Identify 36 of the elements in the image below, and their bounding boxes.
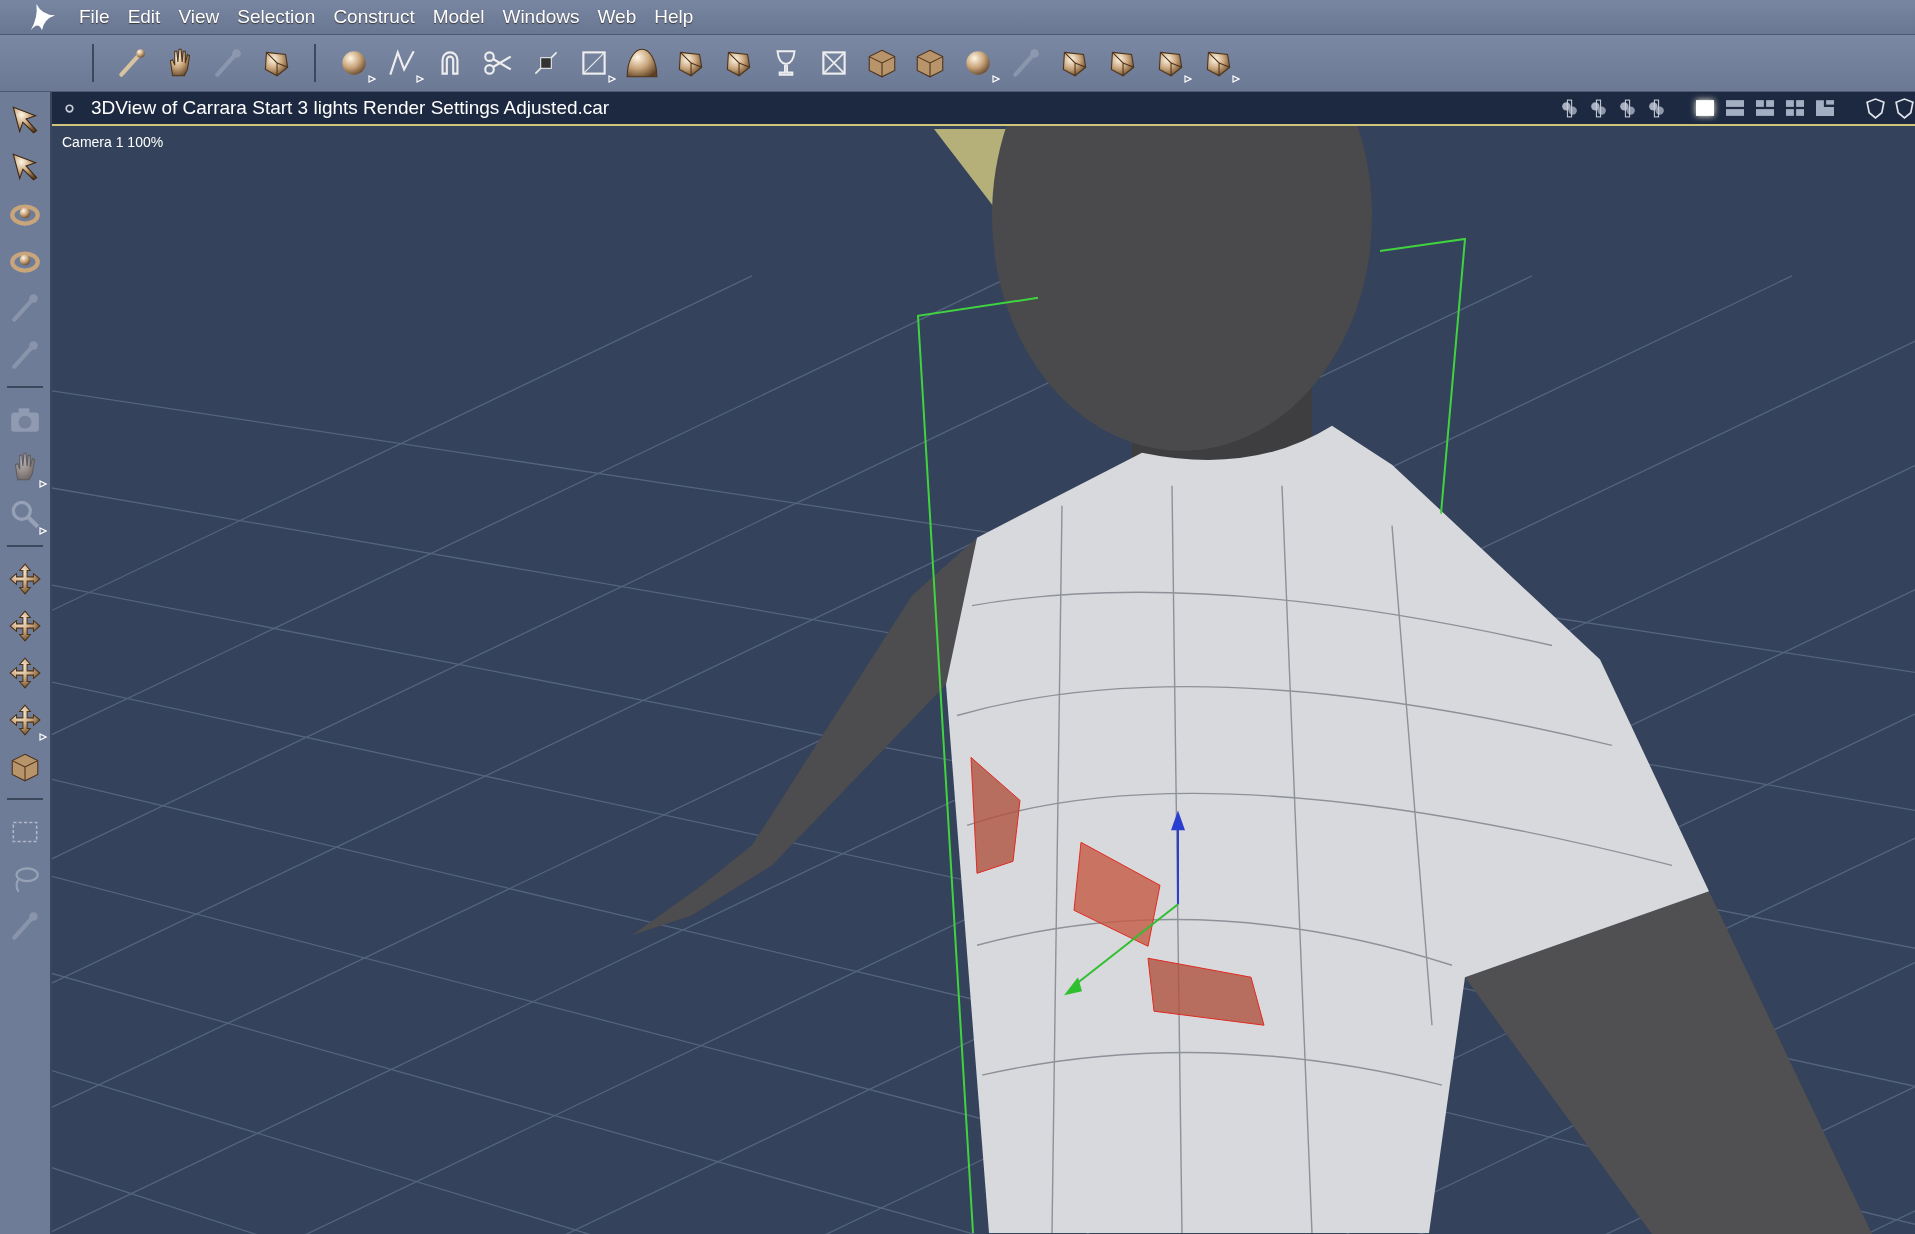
submenu-arrow-icon [39, 527, 47, 535]
submenu-arrow-icon [1232, 75, 1240, 83]
submenu-arrow-icon [1184, 75, 1192, 83]
menu-item[interactable]: File [72, 6, 117, 28]
manipulator-gizmo-drawing[interactable] [1064, 810, 1185, 996]
menu-item[interactable]: View [171, 6, 227, 28]
shield-icon[interactable] [1865, 97, 1886, 119]
menu-item[interactable]: Windows [495, 6, 587, 28]
menu-item[interactable]: Help [647, 6, 701, 28]
submenu-arrow-icon [416, 75, 424, 83]
shield-icon[interactable] [1894, 97, 1915, 119]
submenu-arrow-icon [368, 75, 376, 83]
submenu-arrow-icon [39, 480, 47, 488]
menu-item[interactable]: Construct [326, 6, 422, 28]
menu-item[interactable]: Edit [120, 6, 168, 28]
move-icon [8, 702, 42, 737]
submenu-arrow-icon [608, 75, 616, 83]
layout-button[interactable] [1785, 98, 1807, 118]
dome-icon [625, 46, 659, 80]
move-icon [8, 561, 42, 596]
camera-label: Camera 1 100% [62, 134, 164, 150]
layout-button[interactable] [1815, 98, 1837, 118]
move-icon [8, 655, 42, 690]
layout-button[interactable] [1695, 98, 1717, 118]
viewport-title: 3DView of Carrara Start 3 lights Render Settings Adjusted.car [91, 97, 610, 119]
menu-item[interactable]: Selection [230, 6, 323, 28]
submenu-arrow-icon [39, 733, 47, 741]
submenu-arrow-icon [992, 75, 1000, 83]
menu-item[interactable]: Model [425, 6, 492, 28]
bullet-icon [64, 102, 75, 114]
3d-viewport[interactable]: Camera 1 100% [52, 126, 1915, 1234]
layout-button[interactable] [1755, 98, 1777, 118]
layout-button[interactable] [1725, 98, 1747, 118]
move-icon [8, 608, 42, 643]
figure-drawing[interactable] [632, 126, 1872, 1234]
menu-item[interactable]: Web [590, 6, 644, 28]
